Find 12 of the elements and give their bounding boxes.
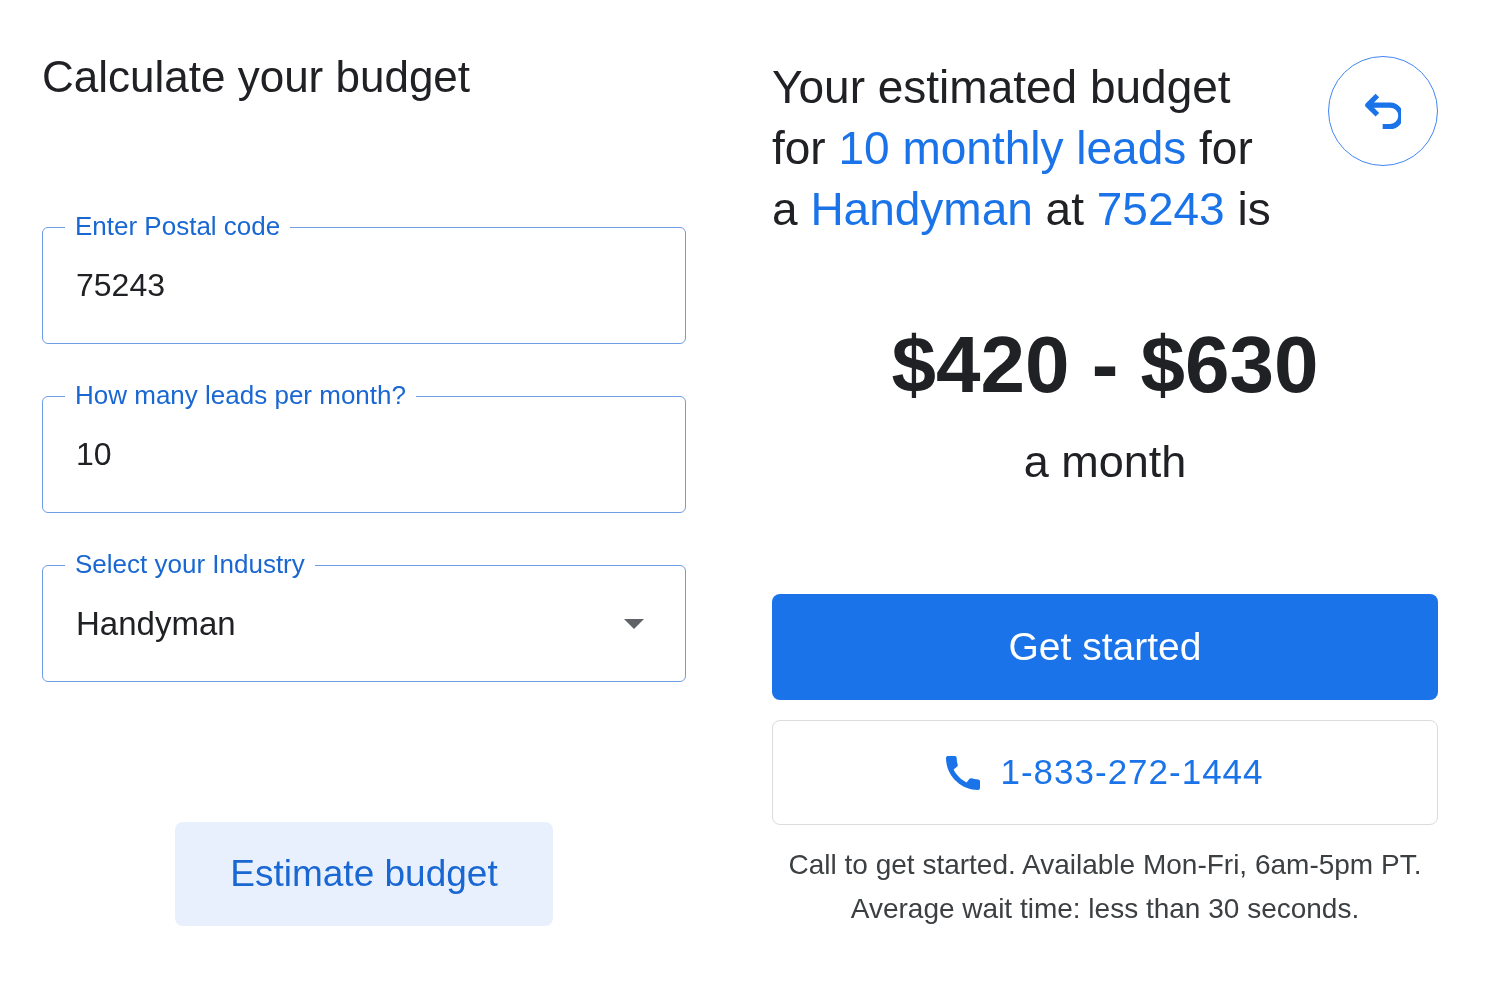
page-title: Calculate your budget: [42, 51, 472, 103]
caret-icon: [624, 618, 644, 629]
result-heading: Your estimated budget for 10 monthly leads for a Handyman at 75243 is: [772, 60, 1272, 237]
get-started-button[interactable]: Get started: [772, 594, 1438, 700]
price-period: a month: [1022, 437, 1188, 487]
estimate-budget-button[interactable]: Estimate budget: [175, 822, 553, 926]
undo-icon: [1365, 93, 1401, 129]
availability-note: Average wait time: less than 30 seconds.: [849, 892, 1361, 926]
phone-icon: [946, 755, 981, 790]
availability-note: Call to get started. Available Mon-Fri, 6am-5pm PT.: [787, 848, 1423, 882]
phone-button[interactable]: 1-833-272-1444: [772, 720, 1438, 825]
price-range: $420 - $630: [890, 320, 1320, 410]
